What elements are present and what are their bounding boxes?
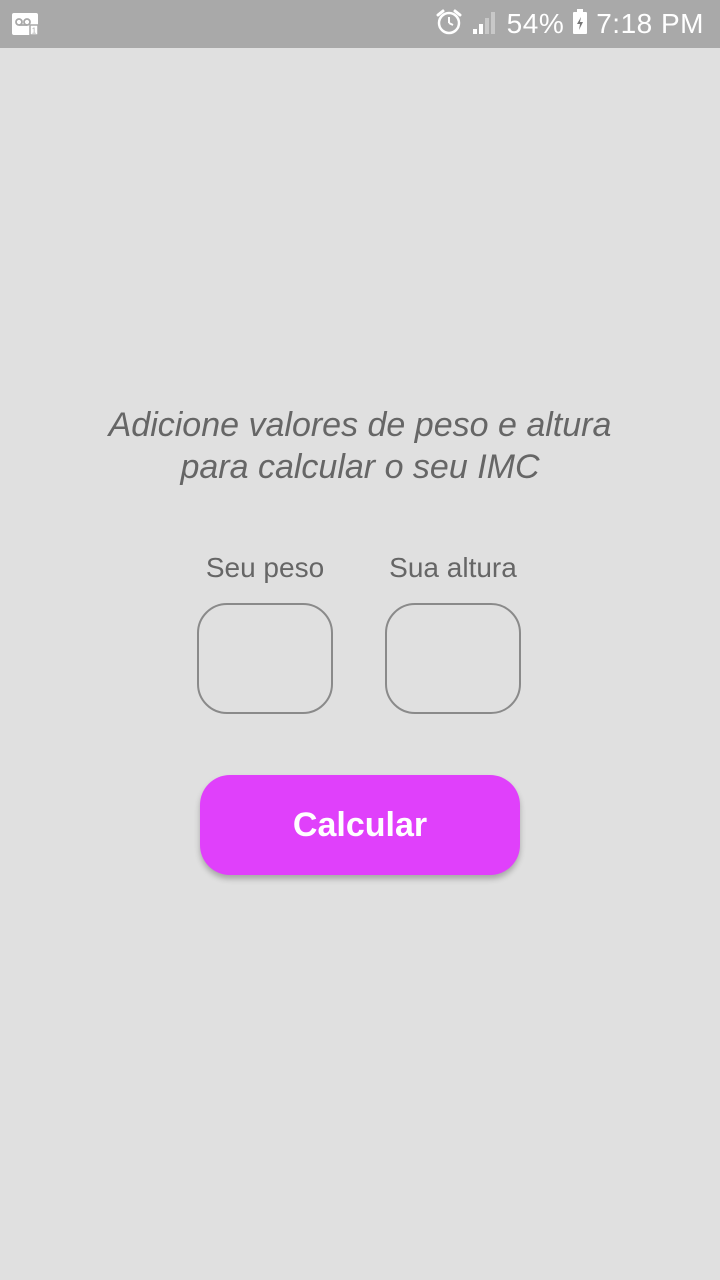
status-bar: 1 54% 7:18 PM: [0, 0, 720, 48]
alarm-clock-icon: [435, 8, 463, 41]
svg-text:1: 1: [32, 27, 37, 36]
voicemail-notification-icon: 1: [12, 12, 40, 36]
instruction-title: Adicione valores de peso e altura para c…: [60, 404, 660, 488]
height-input[interactable]: [385, 603, 521, 714]
cell-signal-icon: [471, 9, 499, 40]
instruction-title-line-2: para calcular o seu IMC: [180, 448, 540, 486]
clock-time: 7:18 PM: [596, 8, 704, 39]
height-label: Sua altura: [389, 552, 517, 583]
calculate-button[interactable]: Calcular: [200, 775, 520, 875]
battery-charging-icon: [572, 8, 588, 40]
weight-input[interactable]: [197, 603, 333, 714]
instruction-title-line-1: Adicione valores de peso e altura: [108, 406, 612, 444]
battery-percent: 54%: [506, 8, 565, 39]
status-right-group: 54% 7:18 PM: [435, 0, 704, 48]
weight-label: Seu peso: [205, 552, 325, 583]
screen: 1 54% 7:18 PM Adicione valores de peso e…: [0, 0, 720, 1280]
